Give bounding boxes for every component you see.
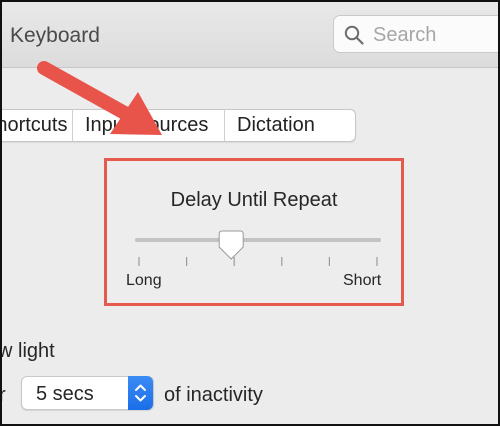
inactivity-prefix: r bbox=[2, 384, 6, 407]
screenshot-frame: Keyboard Search Shortcuts Input Sources … bbox=[0, 0, 500, 426]
window-title: Keyboard bbox=[10, 24, 100, 47]
inactivity-selected-value: 5 secs bbox=[36, 383, 94, 405]
tab-dictation[interactable]: Dictation bbox=[225, 110, 355, 141]
slider-min-label: Long bbox=[126, 272, 162, 289]
slider-thumb[interactable] bbox=[218, 230, 244, 260]
toolbar: Keyboard Search bbox=[2, 2, 498, 68]
inactivity-popup[interactable]: 5 secs bbox=[21, 376, 154, 410]
inactivity-suffix: of inactivity bbox=[164, 384, 263, 406]
search-icon bbox=[344, 25, 364, 45]
tab-input-sources[interactable]: Input Sources bbox=[73, 110, 225, 141]
popup-stepper[interactable] bbox=[128, 376, 153, 410]
chevron-updown-icon bbox=[135, 384, 146, 402]
slider-max-label: Short bbox=[343, 272, 382, 289]
delay-until-repeat-group: Delay Until Repeat Long Short bbox=[104, 158, 404, 306]
backlight-label: w light bbox=[0, 340, 55, 362]
slider-track[interactable] bbox=[135, 238, 381, 242]
tab-shortcuts[interactable]: Shortcuts bbox=[2, 110, 73, 141]
search-field[interactable]: Search bbox=[333, 15, 498, 53]
search-placeholder: Search bbox=[373, 24, 437, 46]
tab-bar: Shortcuts Input Sources Dictation bbox=[2, 109, 356, 142]
